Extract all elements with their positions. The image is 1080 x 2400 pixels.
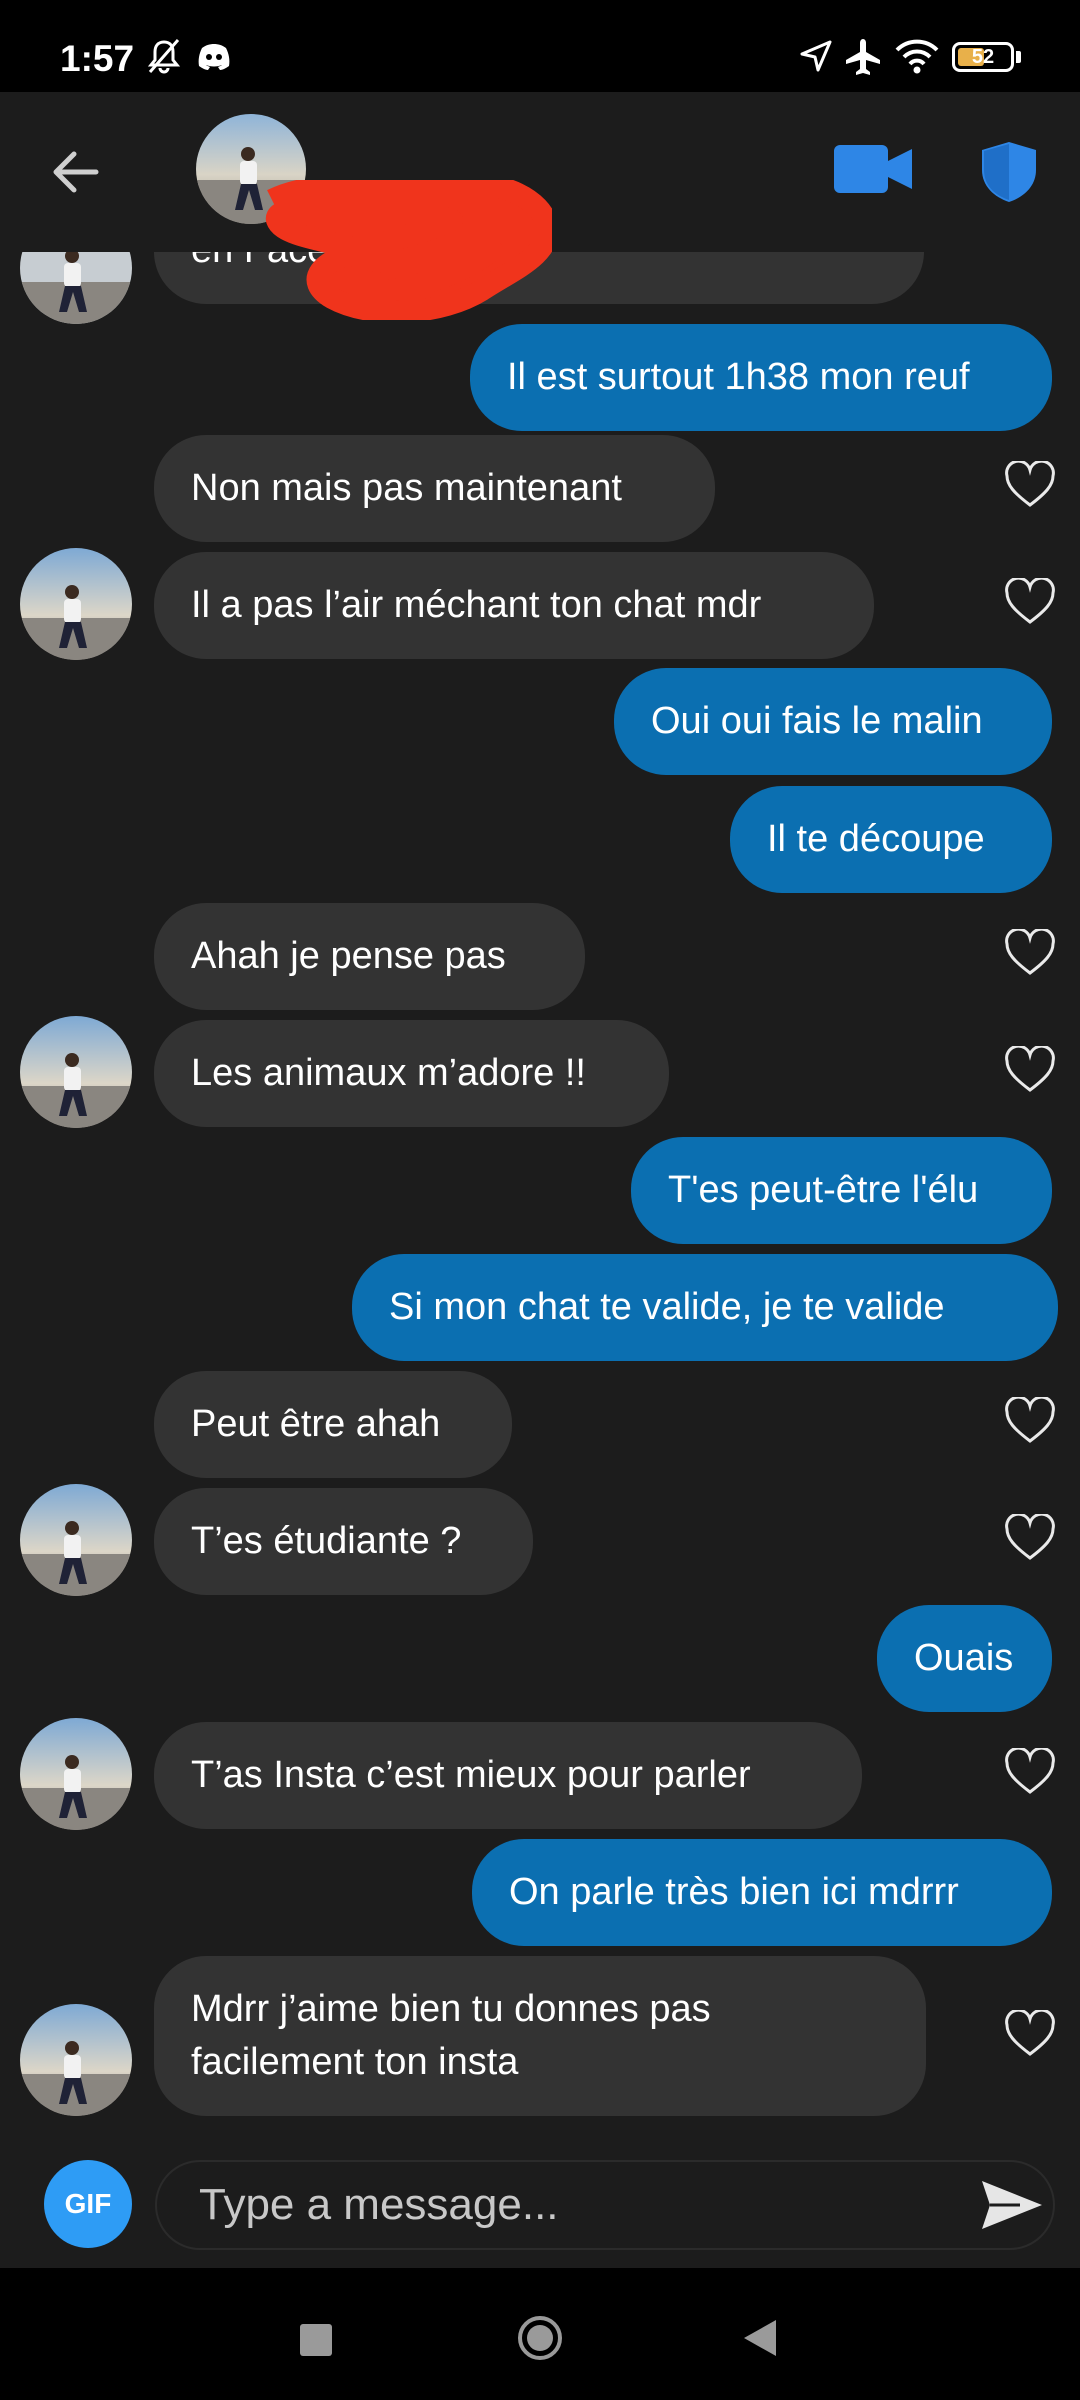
discord-icon	[198, 44, 230, 70]
message-incoming[interactable]: T’es étudiante ?	[154, 1488, 533, 1595]
contact-avatar-small[interactable]	[20, 1016, 132, 1128]
contact-avatar-small[interactable]	[20, 2004, 132, 2116]
name-redaction-scribble	[265, 180, 552, 320]
message-outgoing[interactable]: Ouais	[877, 1605, 1052, 1712]
message-incoming[interactable]: T’as Insta c’est mieux pour parler	[154, 1722, 862, 1829]
contact-avatar-small[interactable]	[20, 548, 132, 660]
message-outgoing[interactable]: Si mon chat te valide, je te valide	[352, 1254, 1058, 1361]
airplane-mode-icon	[846, 39, 880, 75]
heart-icon[interactable]	[1004, 1046, 1056, 1094]
heart-icon[interactable]	[1004, 1397, 1056, 1445]
status-bar: 1:57 52	[0, 0, 1080, 92]
message-line: facilement ton insta	[191, 2041, 519, 2083]
message-incoming[interactable]: Il a pas l’air méchant ton chat mdr	[154, 552, 874, 659]
heart-icon[interactable]	[1004, 578, 1056, 626]
location-icon	[800, 40, 832, 72]
battery-level: 52	[971, 46, 995, 68]
contact-avatar-small[interactable]	[20, 1718, 132, 1830]
shield-icon[interactable]	[978, 140, 1040, 204]
message-composer: GIF	[0, 2132, 1080, 2268]
heart-icon[interactable]	[1004, 929, 1056, 977]
message-incoming[interactable]: Ahah je pense pas	[154, 903, 585, 1010]
message-line: Mdrr j’aime bien tu donnes pas	[191, 1988, 711, 2030]
nav-back-icon[interactable]	[742, 2318, 778, 2358]
back-arrow-icon[interactable]	[46, 142, 106, 202]
heart-icon[interactable]	[1004, 461, 1056, 509]
message-outgoing[interactable]: Il est surtout 1h38 mon reuf	[470, 324, 1052, 431]
message-outgoing[interactable]: Oui oui fais le malin	[614, 668, 1052, 775]
message-incoming[interactable]: Non mais pas maintenant	[154, 435, 715, 542]
message-outgoing[interactable]: T'es peut-être l'élu	[631, 1137, 1052, 1244]
heart-icon[interactable]	[1004, 1514, 1056, 1562]
message-incoming[interactable]: Les animaux m’adore !!	[154, 1020, 669, 1127]
message-list[interactable]: en FaceTime ? Il est surtout 1h38 mon re…	[0, 252, 1080, 2132]
chat-header	[0, 92, 1080, 320]
gif-button[interactable]: GIF	[44, 2160, 132, 2248]
send-icon[interactable]	[980, 2177, 1044, 2233]
video-call-icon[interactable]	[834, 143, 914, 195]
heart-icon[interactable]	[1004, 1748, 1056, 1796]
wifi-icon	[895, 39, 939, 74]
message-incoming-multiline[interactable]: Mdrr j’aime bien tu donnes pas facilemen…	[154, 1956, 926, 2116]
message-incoming[interactable]: Peut être ahah	[154, 1371, 512, 1478]
home-icon[interactable]	[516, 2314, 564, 2362]
recent-apps-icon[interactable]	[300, 2324, 332, 2356]
contact-avatar-small[interactable]	[20, 252, 132, 324]
notifications-muted-icon	[147, 39, 181, 74]
contact-avatar-small[interactable]	[20, 1484, 132, 1596]
system-nav-bar	[0, 2268, 1080, 2400]
battery-icon: 52	[952, 42, 1014, 72]
status-time: 1:57	[60, 38, 135, 79]
message-outgoing[interactable]: On parle très bien ici mdrrr	[472, 1839, 1052, 1946]
message-outgoing[interactable]: Il te découpe	[730, 786, 1052, 893]
heart-icon[interactable]	[1004, 2010, 1056, 2058]
message-input[interactable]	[155, 2160, 1055, 2250]
